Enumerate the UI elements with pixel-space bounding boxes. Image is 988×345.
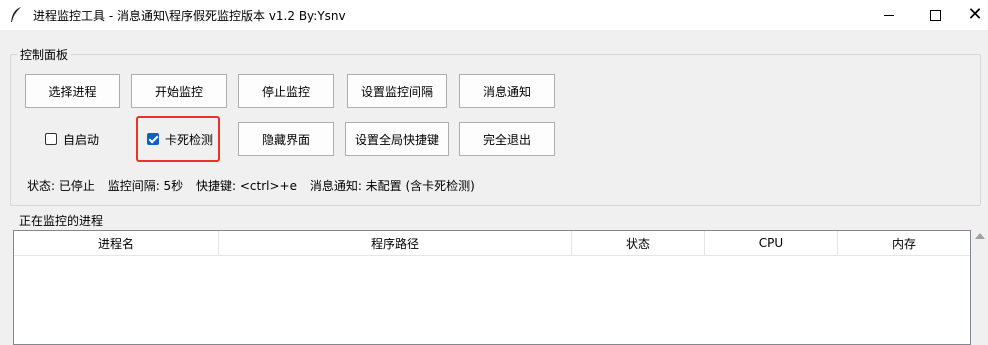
- status-notify: 消息通知: 未配置 (含卡死检测): [309, 179, 475, 193]
- set-hotkey-button[interactable]: 设置全局快捷键: [345, 122, 449, 156]
- maximize-icon: [929, 9, 941, 21]
- autostart-checkbox-box[interactable]: [45, 133, 57, 145]
- freeze-detect-label: 卡死检测: [165, 132, 214, 147]
- stop-monitor-button[interactable]: 停止监控: [238, 74, 334, 108]
- freeze-detect-checkbox[interactable]: 卡死检测: [147, 129, 213, 149]
- minimize-icon: [884, 14, 894, 16]
- table-header: 进程名 程序路径 状态 CPU 内存: [14, 231, 970, 256]
- select-process-button[interactable]: 选择进程: [25, 74, 120, 108]
- window-title: 进程监控工具 - 消息通知\程序假死监控版本 v1.2 By:Ysnv: [33, 9, 346, 23]
- close-icon: ✕: [967, 4, 983, 25]
- status-interval: 监控间隔: 5秒: [107, 179, 184, 193]
- feather-icon: [11, 7, 21, 22]
- process-table[interactable]: 进程名 程序路径 状态 CPU 内存: [13, 230, 971, 345]
- status-bar: 状态: 已停止 监控间隔: 5秒 快捷键: <ctrl>+e 消息通知: 未配置…: [27, 177, 484, 194]
- set-interval-button[interactable]: 设置监控间隔: [347, 74, 447, 108]
- freeze-detect-checkbox-box[interactable]: [147, 133, 159, 145]
- column-header-name[interactable]: 进程名: [14, 231, 219, 255]
- process-list-title: 正在监控的进程: [19, 214, 104, 228]
- exit-button[interactable]: 完全退出: [459, 122, 555, 156]
- notification-button[interactable]: 消息通知: [459, 74, 555, 108]
- column-header-path[interactable]: 程序路径: [219, 231, 572, 255]
- control-panel-title: 控制面板: [17, 46, 72, 63]
- scroll-up-arrow-icon[interactable]: [975, 233, 985, 239]
- autostart-checkbox[interactable]: 自启动: [45, 129, 99, 149]
- autostart-label: 自启动: [63, 132, 100, 147]
- minimize-button[interactable]: [866, 0, 912, 30]
- close-button[interactable]: ✕: [952, 0, 988, 30]
- status-state: 状态: 已停止: [27, 179, 95, 193]
- column-header-status[interactable]: 状态: [572, 231, 705, 255]
- column-header-memory[interactable]: 内存: [838, 231, 970, 255]
- status-hotkey: 快捷键: <ctrl>+e: [196, 179, 297, 193]
- title-bar: 进程监控工具 - 消息通知\程序假死监控版本 v1.2 By:Ysnv ✕: [0, 0, 988, 30]
- column-header-cpu[interactable]: CPU: [705, 231, 838, 255]
- start-monitor-button[interactable]: 开始监控: [131, 74, 227, 108]
- hide-ui-button[interactable]: 隐藏界面: [238, 122, 334, 156]
